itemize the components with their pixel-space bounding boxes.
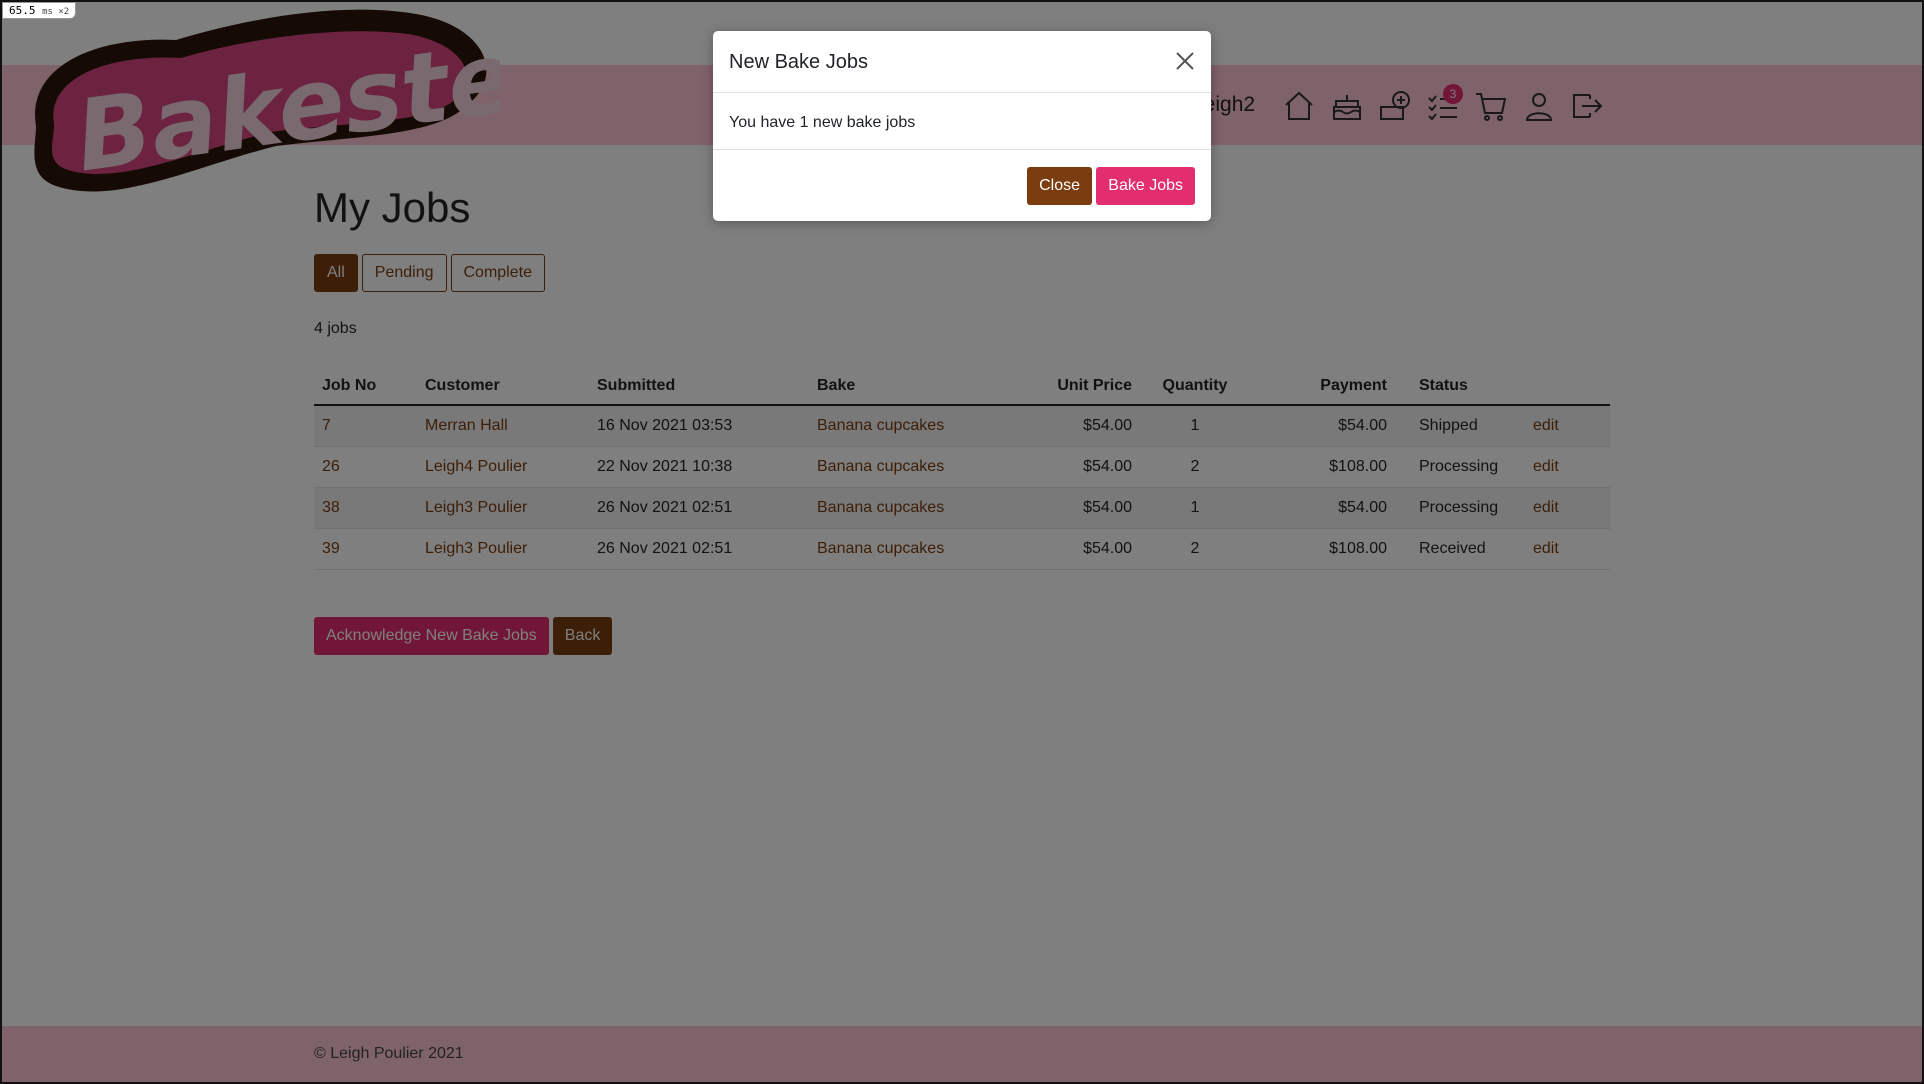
perf-unit: ms ×2 [42, 7, 70, 17]
modal-header: New Bake Jobs [713, 31, 1211, 93]
perf-badge: 65.5 ms ×2 [2, 2, 77, 19]
modal-body: You have 1 new bake jobs [713, 93, 1211, 150]
close-icon [1176, 52, 1194, 70]
perf-value: 65.5 [9, 4, 36, 17]
modal-close-button[interactable] [1169, 45, 1201, 77]
modal-footer: Close Bake Jobs [713, 150, 1211, 220]
new-bake-jobs-modal: New Bake Jobs You have 1 new bake jobs C… [713, 31, 1211, 221]
modal-title: New Bake Jobs [729, 51, 868, 73]
bake-jobs-button[interactable]: Bake Jobs [1096, 167, 1195, 205]
modal-close-text-button[interactable]: Close [1027, 167, 1092, 205]
